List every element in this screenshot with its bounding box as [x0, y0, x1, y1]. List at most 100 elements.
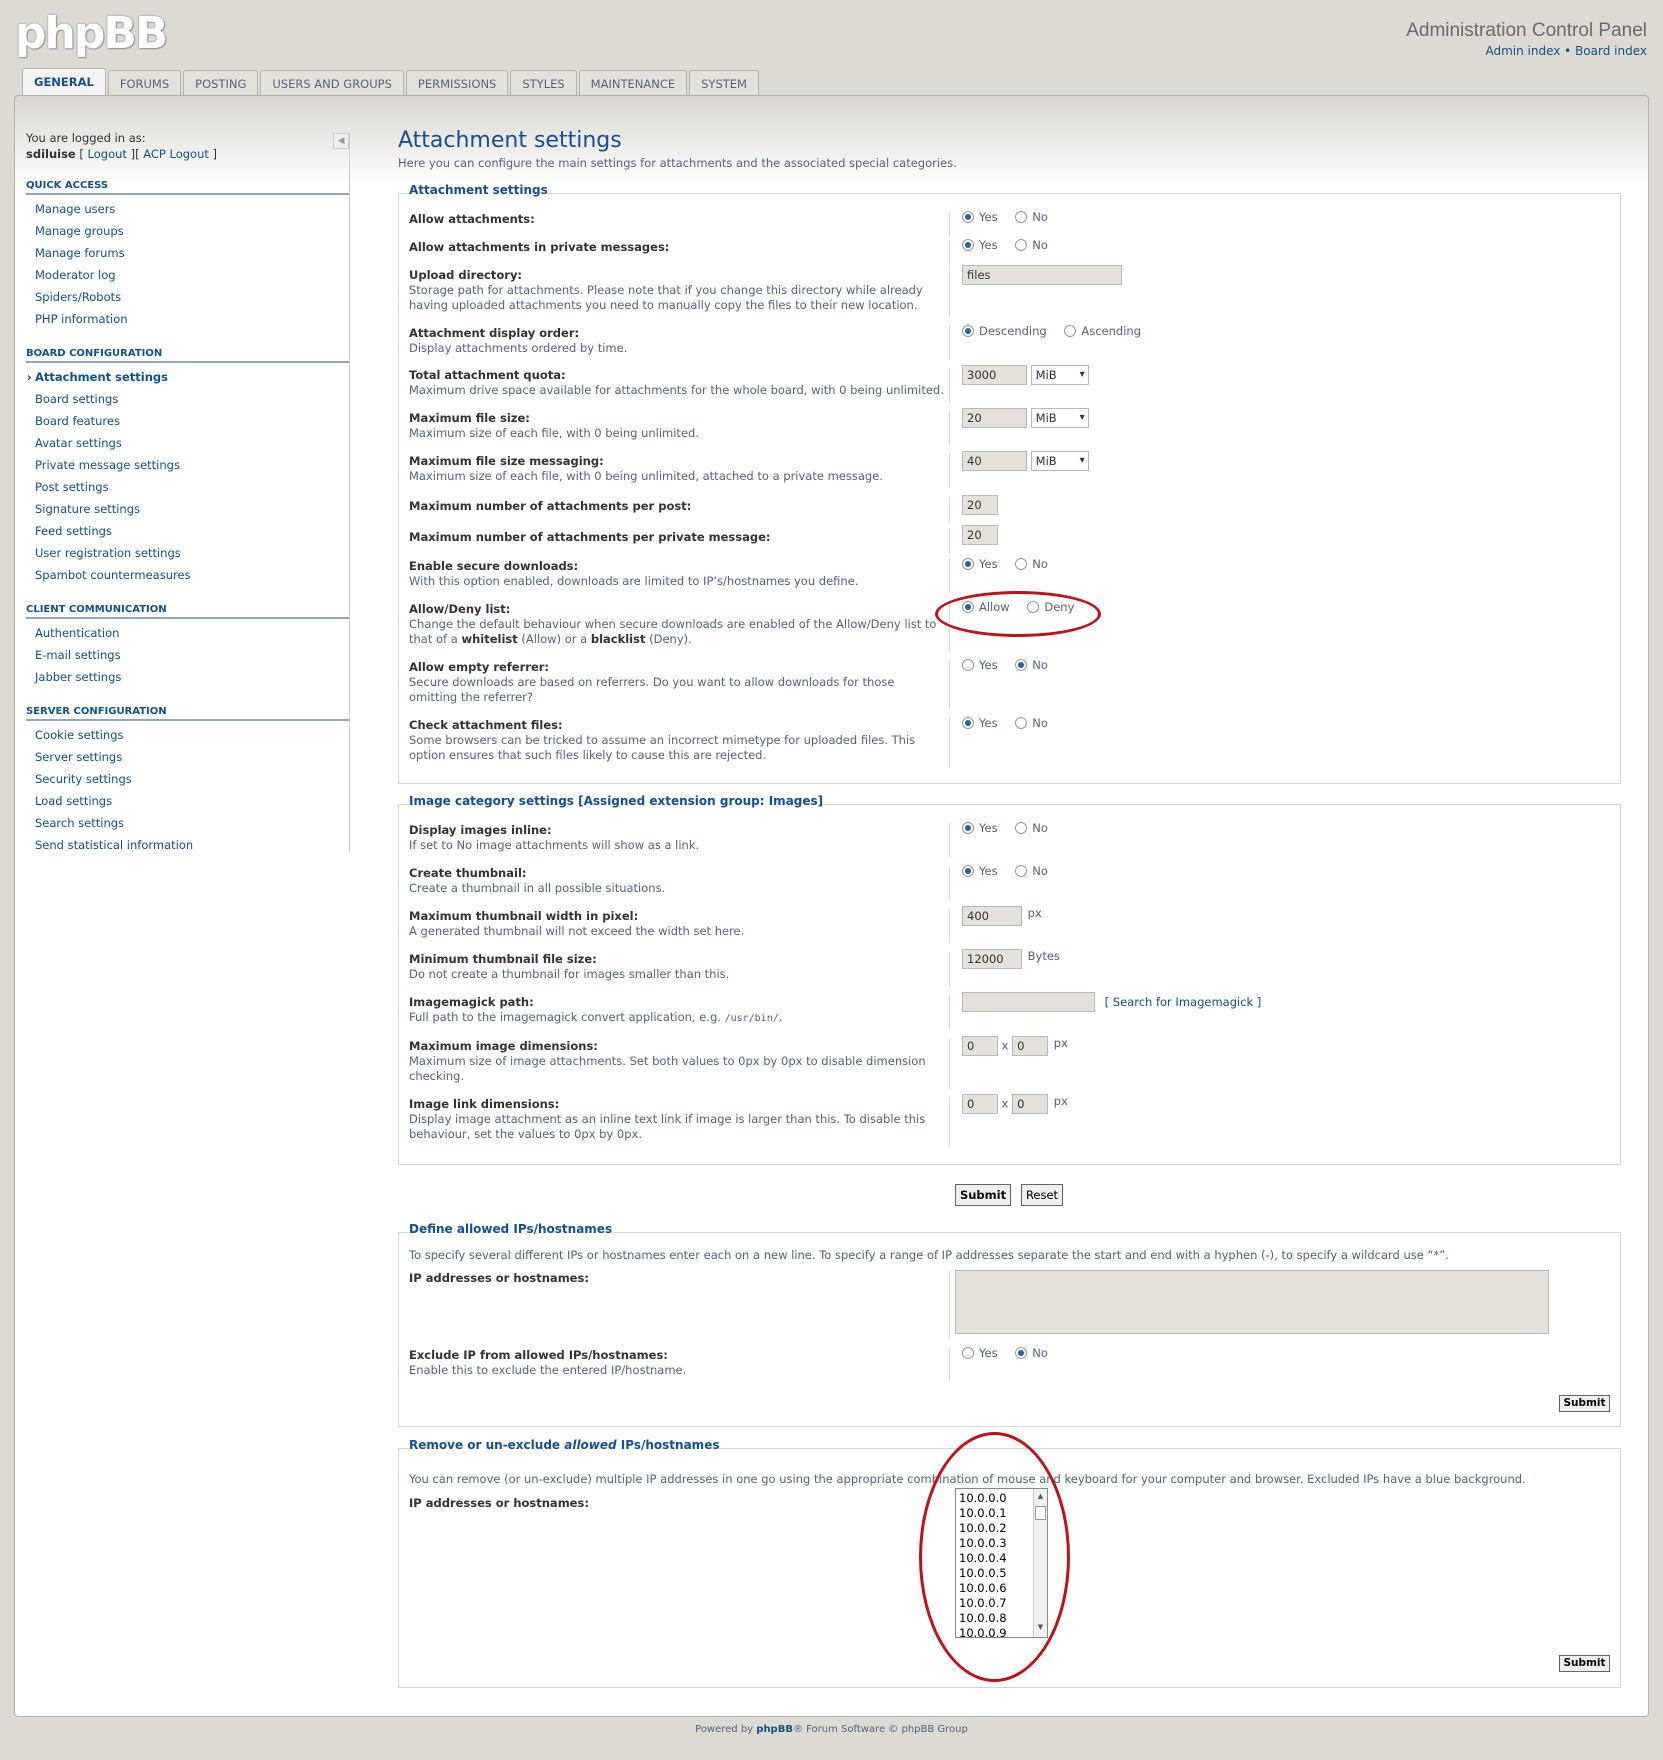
- radio-button[interactable]: [962, 864, 974, 877]
- tab-styles[interactable]: STYLES: [510, 70, 577, 96]
- quota-unit-select[interactable]: MiB: [1030, 365, 1089, 385]
- radio-button[interactable]: [962, 238, 974, 251]
- reset-button[interactable]: Reset: [1021, 1184, 1063, 1206]
- sidebar-item-feed-settings[interactable]: Feed settings: [26, 520, 350, 542]
- board-index-link[interactable]: Board index: [1575, 44, 1647, 58]
- sidebar-item-email-settings[interactable]: E-mail settings: [26, 644, 350, 666]
- max-filesize-input[interactable]: 20: [962, 408, 1027, 428]
- radio-button[interactable]: [962, 210, 974, 223]
- tab-permissions[interactable]: PERMISSIONS: [405, 70, 509, 96]
- sidebar-item-signature-settings[interactable]: Signature settings: [26, 498, 350, 520]
- radio-button[interactable]: [1015, 557, 1028, 570]
- max-width-input[interactable]: 0: [962, 1036, 998, 1056]
- radio-button[interactable]: [1015, 1346, 1028, 1359]
- radio-descending[interactable]: Descending: [962, 324, 1047, 338]
- admin-index-link[interactable]: Admin index: [1485, 44, 1560, 58]
- sidebar-item-board-settings[interactable]: Board settings: [26, 388, 350, 410]
- radio-no[interactable]: No: [1015, 716, 1048, 730]
- allowed-ips-submit-button[interactable]: Submit: [1559, 1395, 1610, 1412]
- radio-no[interactable]: No: [1015, 864, 1048, 878]
- radio-button[interactable]: [962, 324, 974, 337]
- radio-yes[interactable]: Yes: [962, 557, 998, 571]
- radio-yes[interactable]: Yes: [962, 238, 998, 252]
- sidebar-item-manage-groups[interactable]: Manage groups: [26, 220, 350, 242]
- radio-no[interactable]: No: [1015, 238, 1048, 252]
- sidebar-item-php-information[interactable]: PHP information: [26, 308, 350, 330]
- radio-no[interactable]: No: [1015, 1346, 1048, 1360]
- sidebar-item-post-settings[interactable]: Post settings: [26, 476, 350, 498]
- radio-button[interactable]: [1064, 324, 1077, 337]
- radio-yes[interactable]: Yes: [962, 658, 998, 672]
- sidebar-item-spambot-countermeasures[interactable]: Spambot countermeasures: [26, 564, 350, 586]
- radio-button[interactable]: [1015, 238, 1028, 251]
- sidebar-item-authentication[interactable]: Authentication: [26, 622, 350, 644]
- sidebar-item-send-statistical-information[interactable]: Send statistical information: [26, 834, 350, 856]
- sidebar-item-user-registration-settings[interactable]: User registration settings: [26, 542, 350, 564]
- sidebar-item-moderator-log[interactable]: Moderator log: [26, 264, 350, 286]
- max-attachments-pm-input[interactable]: 20: [962, 525, 998, 545]
- tab-general[interactable]: GENERAL: [22, 68, 106, 96]
- phpbb-footer-link[interactable]: phpBB: [756, 1724, 793, 1735]
- sidebar-item-cookie-settings[interactable]: Cookie settings: [26, 724, 350, 746]
- max-filesize-pm-unit-select[interactable]: MiB: [1030, 451, 1089, 471]
- setting-label: Display images inline: If set to No image…: [409, 823, 700, 852]
- tab-users-and-groups[interactable]: USERS AND GROUPS: [260, 70, 404, 96]
- radio-button[interactable]: [962, 557, 974, 570]
- radio-no[interactable]: No: [1015, 821, 1048, 835]
- radio-yes[interactable]: Yes: [962, 716, 998, 730]
- sidebar-item-attachment-settings[interactable]: Attachment settings: [26, 366, 350, 388]
- sidebar-item-search-settings[interactable]: Search settings: [26, 812, 350, 834]
- sidebar-item-jabber-settings[interactable]: Jabber settings: [26, 666, 350, 688]
- radio-button[interactable]: [1015, 864, 1028, 877]
- max-attachments-post-input[interactable]: 20: [962, 495, 998, 515]
- radio-button[interactable]: [1015, 658, 1028, 671]
- tab-forums[interactable]: FORUMS: [107, 70, 182, 96]
- radio-yes[interactable]: Yes: [962, 821, 998, 835]
- radio-no[interactable]: No: [1015, 658, 1048, 672]
- radio-button[interactable]: [962, 1346, 974, 1359]
- phpbb-logo[interactable]: phpBB: [15, 8, 168, 59]
- max-filesize-pm-input[interactable]: 40: [962, 451, 1027, 471]
- imagemagick-path-input[interactable]: [962, 992, 1095, 1012]
- max-height-input[interactable]: 0: [1012, 1036, 1049, 1056]
- tab-posting[interactable]: POSTING: [183, 70, 259, 96]
- radio-ascending[interactable]: Ascending: [1064, 324, 1141, 338]
- radio-no[interactable]: No: [1015, 210, 1048, 224]
- remove-ips-submit-button[interactable]: Submit: [1559, 1655, 1610, 1672]
- thumb-filesize-input[interactable]: 12000: [962, 949, 1022, 969]
- tab-maintenance[interactable]: MAINTENANCE: [578, 70, 688, 96]
- upload-directory-input[interactable]: files: [962, 265, 1122, 285]
- annotation-oval-allow-deny: [935, 591, 1101, 637]
- radio-button[interactable]: [962, 716, 974, 729]
- quota-input[interactable]: 3000: [962, 365, 1027, 385]
- sidebar-item-server-settings[interactable]: Server settings: [26, 746, 350, 768]
- ip-hostnames-textarea[interactable]: [955, 1270, 1549, 1334]
- sidebar-item-manage-forums[interactable]: Manage forums: [26, 242, 350, 264]
- radio-button[interactable]: [962, 821, 974, 834]
- sidebar-item-security-settings[interactable]: Security settings: [26, 768, 350, 790]
- logout-link[interactable]: Logout: [88, 147, 127, 161]
- radio-yes[interactable]: Yes: [962, 1346, 998, 1360]
- radio-button[interactable]: [962, 658, 974, 671]
- radio-button[interactable]: [1015, 821, 1028, 834]
- sidebar-item-load-settings[interactable]: Load settings: [26, 790, 350, 812]
- radio-no[interactable]: No: [1015, 557, 1048, 571]
- sidebar-item-manage-users[interactable]: Manage users: [26, 198, 350, 220]
- radio-button[interactable]: [1015, 716, 1028, 729]
- sidebar-item-spiders-robots[interactable]: Spiders/Robots: [26, 286, 350, 308]
- submit-button[interactable]: Submit: [955, 1184, 1011, 1206]
- setting-label: Image link dimensions: Display image atta…: [409, 1097, 926, 1141]
- sidebar-item-private-message-settings[interactable]: Private message settings: [26, 454, 350, 476]
- radio-button[interactable]: [1015, 210, 1028, 223]
- radio-yes[interactable]: Yes: [962, 864, 998, 878]
- search-imagemagick-link[interactable]: [ Search for Imagemagick ]: [1105, 995, 1262, 1009]
- radio-yes[interactable]: Yes: [962, 210, 998, 224]
- link-height-input[interactable]: 0: [1012, 1094, 1049, 1114]
- link-width-input[interactable]: 0: [962, 1094, 998, 1114]
- thumb-width-input[interactable]: 400: [962, 906, 1022, 926]
- max-filesize-unit-select[interactable]: MiB: [1030, 408, 1089, 428]
- acp-logout-link[interactable]: ACP Logout: [143, 147, 209, 161]
- tab-system[interactable]: SYSTEM: [689, 70, 759, 96]
- sidebar-item-avatar-settings[interactable]: Avatar settings: [26, 432, 350, 454]
- sidebar-item-board-features[interactable]: Board features: [26, 410, 350, 432]
